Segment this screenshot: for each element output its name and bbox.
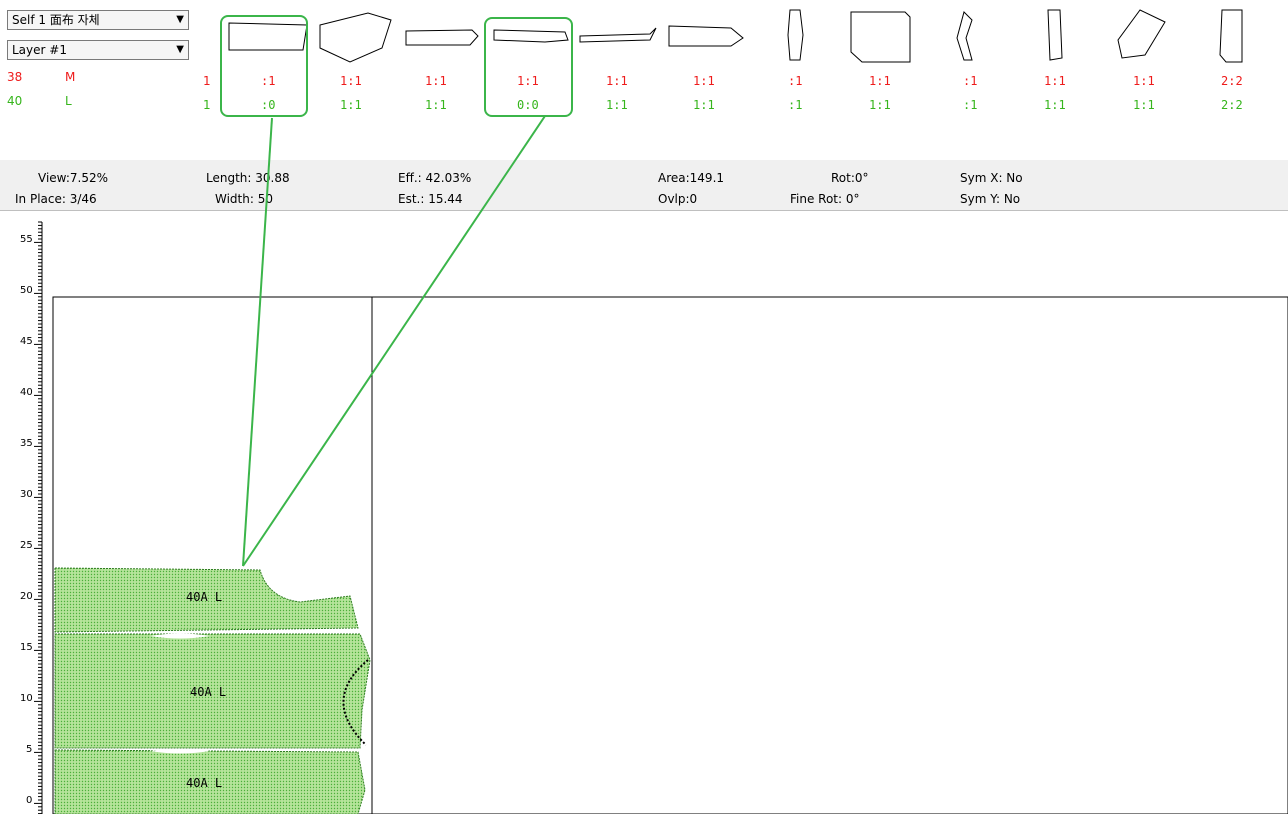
chevron-down-icon: ▼ — [176, 14, 184, 25]
size-first-1: 1 — [203, 74, 211, 88]
count-r1-c11: 1:1 — [1133, 74, 1155, 88]
marker-border — [52, 296, 1288, 814]
count-r2-c9: :1 — [963, 98, 978, 112]
thumb-piece-3 — [405, 29, 479, 46]
count-r2-c12: 2:2 — [1221, 98, 1243, 112]
count-r2-c11: 1:1 — [1133, 98, 1155, 112]
piece-notch-1 — [150, 633, 210, 639]
size-label-1: 38 — [7, 70, 23, 84]
count-r1-c6: 1:1 — [693, 74, 715, 88]
count-r2-c7: :1 — [788, 98, 803, 112]
count-r1-c12: 2:2 — [1221, 74, 1243, 88]
thumb-piece-6 — [668, 25, 744, 47]
ruler-label: 55 — [20, 234, 33, 245]
ruler-label: 40 — [20, 387, 33, 398]
status-length: Length: 30.88 — [206, 171, 290, 185]
status-view: View:7.52% — [38, 171, 108, 185]
size-label-2: 40 — [7, 94, 23, 108]
count-r1-c5: 1:1 — [606, 74, 628, 88]
ruler-label: 35 — [20, 438, 33, 449]
count-r2-c4: 0:0 — [517, 98, 539, 112]
status-in-place: In Place: 3/46 — [15, 192, 97, 206]
count-r1-c1: :1 — [261, 74, 276, 88]
count-r2-c5: 1:1 — [606, 98, 628, 112]
thumb-piece-8 — [850, 11, 911, 63]
count-r1-c4: 1:1 — [517, 74, 539, 88]
thumb-piece-10 — [1047, 9, 1063, 61]
ruler-label: 20 — [20, 591, 33, 602]
status-width: Width: 50 — [215, 192, 273, 206]
ruler-label: 25 — [20, 540, 33, 551]
size-code-1: M — [65, 70, 76, 84]
count-r1-c7: :1 — [788, 74, 803, 88]
ruler-label: 30 — [20, 489, 33, 500]
status-area: Area:149.1 — [658, 171, 725, 185]
placed-piece-label-3: 40A L — [186, 776, 223, 790]
status-ovlp: Ovlp:0 — [658, 192, 698, 206]
placed-piece-label-1: 40A L — [186, 590, 223, 604]
ruler-label: 45 — [20, 336, 33, 347]
size-code-2: L — [65, 94, 72, 108]
count-r2-c6: 1:1 — [693, 98, 715, 112]
thumb-piece-9 — [956, 11, 973, 61]
count-r1-c3: 1:1 — [425, 74, 447, 88]
status-rot: Rot:0° — [831, 171, 869, 185]
count-r2-c8: 1:1 — [869, 98, 891, 112]
ruler-label: 50 — [20, 285, 33, 296]
piece-notch-2 — [150, 748, 210, 754]
count-r1-c10: 1:1 — [1044, 74, 1066, 88]
count-r2-c3: 1:1 — [425, 98, 447, 112]
thumb-piece-7 — [787, 9, 804, 61]
layer-dropdown[interactable]: Layer #1 ▼ — [7, 40, 189, 60]
fabric-dropdown-value: Self 1 面布 자체 — [12, 13, 100, 27]
count-r2-c1: :0 — [261, 98, 276, 112]
layer-dropdown-value: Layer #1 — [12, 43, 67, 57]
thumb-piece-12 — [1219, 9, 1243, 63]
count-r1-c2: 1:1 — [340, 74, 362, 88]
status-sym-x: Sym X: No — [960, 171, 1023, 185]
status-eff: Eff.: 42.03% — [398, 171, 472, 185]
ruler-label: 10 — [20, 693, 33, 704]
status-bar: View:7.52% In Place: 3/46 Length: 30.88 … — [0, 160, 1288, 211]
thumb-piece-5 — [579, 27, 657, 43]
fabric-dropdown[interactable]: Self 1 面布 자체 ▼ — [7, 10, 189, 30]
status-sym-y: Sym Y: No — [960, 192, 1021, 206]
armhole-curve — [342, 659, 369, 746]
thumb-piece-2 — [319, 12, 392, 63]
status-est: Est.: 15.44 — [398, 192, 463, 206]
count-r2-c2: 1:1 — [340, 98, 362, 112]
chevron-down-icon: ▼ — [176, 44, 184, 55]
size-first-2: 1 — [203, 98, 211, 112]
placed-piece-label-2: 40A L — [190, 685, 227, 699]
thumb-piece-4 — [493, 29, 569, 43]
ruler-label: 15 — [20, 642, 33, 653]
status-fine-rot: Fine Rot: 0° — [790, 192, 860, 206]
count-r1-c9: :1 — [963, 74, 978, 88]
ruler-label: 5 — [26, 744, 33, 755]
thumb-piece-1 — [228, 22, 308, 51]
count-r2-c10: 1:1 — [1044, 98, 1066, 112]
ruler-label: 0 — [26, 795, 33, 806]
thumb-piece-11 — [1117, 9, 1166, 59]
count-r1-c8: 1:1 — [869, 74, 891, 88]
